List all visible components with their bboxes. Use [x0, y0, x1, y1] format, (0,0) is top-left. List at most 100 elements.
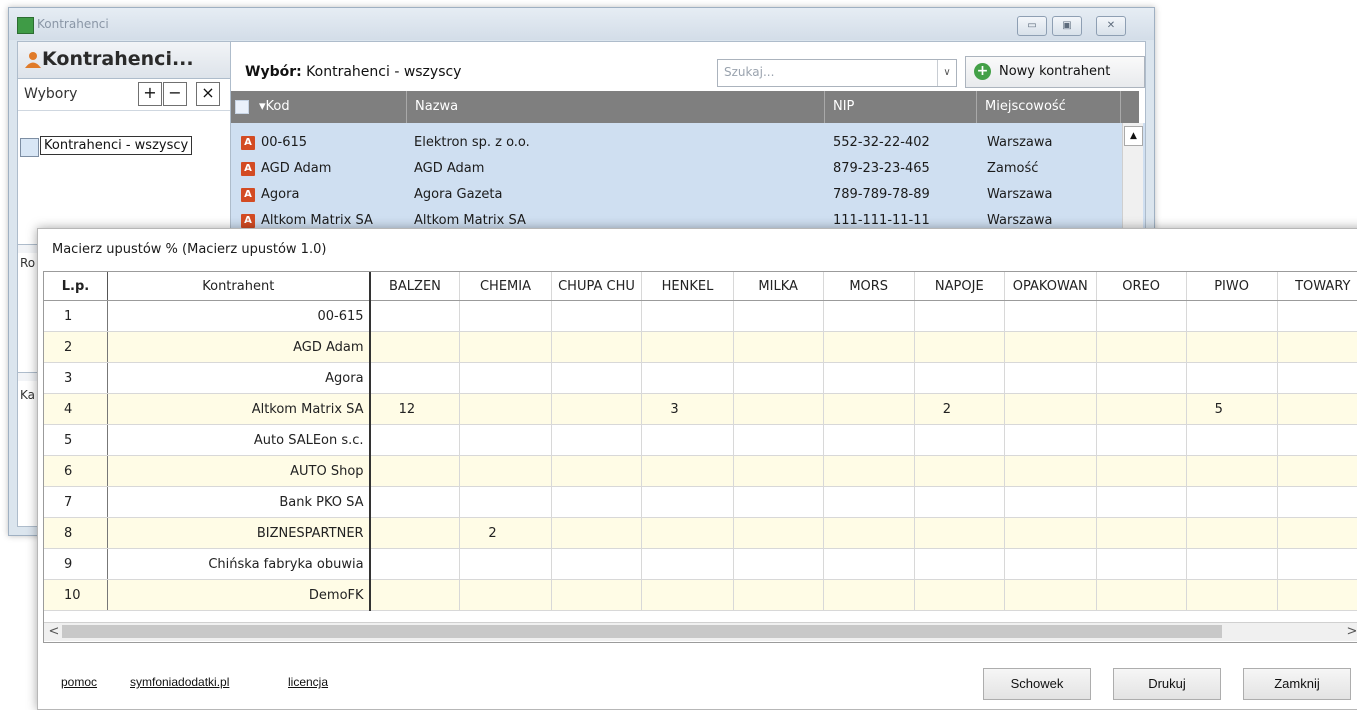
cell-discount[interactable]: [551, 579, 643, 611]
minimize-button[interactable]: ▭: [1017, 16, 1047, 36]
cell-discount[interactable]: [1186, 455, 1278, 487]
cell-discount[interactable]: 5: [1186, 393, 1278, 425]
cell-discount[interactable]: [551, 517, 643, 549]
cell-discount[interactable]: [733, 517, 824, 549]
cell-discount[interactable]: [1096, 579, 1187, 611]
cell-discount[interactable]: [641, 455, 734, 487]
cell-discount[interactable]: [1096, 331, 1187, 363]
delete-selection-button[interactable]: ×: [196, 82, 220, 106]
cell-discount[interactable]: [1277, 393, 1357, 425]
help-link[interactable]: pomoc: [61, 675, 97, 689]
scroll-up-button[interactable]: ▲: [1124, 126, 1143, 146]
table-row[interactable]: 2 AGD Adam: [44, 331, 1357, 363]
cell-discount[interactable]: [1186, 517, 1278, 549]
cell-discount[interactable]: [641, 548, 734, 580]
cell-discount[interactable]: [914, 548, 1005, 580]
close-button[interactable]: Zamknij: [1243, 668, 1351, 700]
cell-discount[interactable]: [551, 300, 643, 332]
column-header-group[interactable]: HENKEL: [641, 272, 734, 301]
cell-discount[interactable]: [459, 393, 552, 425]
cell-discount[interactable]: [641, 517, 734, 549]
cell-discount[interactable]: [1277, 517, 1357, 549]
column-header-group[interactable]: CHUPA CHU: [551, 272, 643, 301]
column-header-kontrahent[interactable]: Kontrahent: [107, 272, 371, 301]
cell-discount[interactable]: [369, 579, 461, 611]
cell-discount[interactable]: [1004, 300, 1097, 332]
cell-discount[interactable]: [1096, 300, 1187, 332]
cell-discount[interactable]: [733, 548, 824, 580]
cell-discount[interactable]: 12: [369, 393, 461, 425]
cell-discount[interactable]: [551, 424, 643, 456]
cell-discount[interactable]: [1186, 331, 1278, 363]
cell-discount[interactable]: [459, 579, 552, 611]
new-contractor-button[interactable]: + Nowy kontrahent: [965, 56, 1145, 88]
column-header-group[interactable]: CHEMIA: [459, 272, 552, 301]
cell-discount[interactable]: [1096, 517, 1187, 549]
print-button[interactable]: Drukuj: [1113, 668, 1221, 700]
select-all-checkbox[interactable]: [235, 100, 249, 114]
cell-discount[interactable]: [369, 548, 461, 580]
cell-discount[interactable]: [914, 517, 1005, 549]
cell-discount[interactable]: [1096, 424, 1187, 456]
cell-discount[interactable]: [641, 300, 734, 332]
table-row[interactable]: 6 AUTO Shop: [44, 455, 1357, 487]
cell-discount[interactable]: [914, 424, 1005, 456]
column-header-lp[interactable]: L.p.: [44, 272, 108, 301]
maximize-button[interactable]: ▣: [1052, 16, 1082, 36]
cell-discount[interactable]: [369, 517, 461, 549]
column-header-group[interactable]: BALZEN: [369, 272, 461, 301]
cell-discount[interactable]: [641, 424, 734, 456]
cell-discount[interactable]: [641, 579, 734, 611]
table-row[interactable]: 5 Auto SALEon s.c.: [44, 424, 1357, 456]
cell-discount[interactable]: [823, 424, 915, 456]
column-header-nip[interactable]: NIP: [825, 91, 977, 123]
cell-discount[interactable]: [369, 455, 461, 487]
cell-discount[interactable]: [914, 455, 1005, 487]
cell-discount[interactable]: [551, 486, 643, 518]
cell-discount[interactable]: [1277, 331, 1357, 363]
cell-discount[interactable]: [1186, 424, 1278, 456]
column-header-group[interactable]: MORS: [823, 272, 915, 301]
column-header-group[interactable]: NAPOJE: [914, 272, 1005, 301]
cell-discount[interactable]: [369, 486, 461, 518]
cell-discount[interactable]: [1096, 486, 1187, 518]
scroll-right-button[interactable]: >: [1344, 623, 1357, 641]
column-header-group[interactable]: TOWARY: [1277, 272, 1357, 301]
cell-discount[interactable]: [551, 393, 643, 425]
cell-discount[interactable]: [733, 331, 824, 363]
table-row[interactable]: 3 Agora: [44, 362, 1357, 394]
cell-discount[interactable]: [1277, 300, 1357, 332]
cell-discount[interactable]: [1186, 548, 1278, 580]
cell-discount[interactable]: [641, 362, 734, 394]
cell-discount[interactable]: [551, 548, 643, 580]
cell-discount[interactable]: [459, 300, 552, 332]
cell-discount[interactable]: [914, 300, 1005, 332]
cell-discount[interactable]: [1004, 331, 1097, 363]
cell-discount[interactable]: 2: [459, 517, 552, 549]
cell-discount[interactable]: [1004, 424, 1097, 456]
table-row[interactable]: 1 00-615: [44, 300, 1357, 332]
cell-discount[interactable]: [551, 331, 643, 363]
cell-discount[interactable]: [1186, 579, 1278, 611]
table-row[interactable]: A Agora Agora Gazeta 789-789-78-89 Warsz…: [231, 182, 1119, 208]
cell-discount[interactable]: [551, 362, 643, 394]
cell-discount[interactable]: [1096, 548, 1187, 580]
cell-discount[interactable]: [1277, 455, 1357, 487]
table-row[interactable]: 10 DemoFK: [44, 579, 1357, 611]
column-header-nazwa[interactable]: Nazwa: [407, 91, 825, 123]
cell-discount[interactable]: [459, 331, 552, 363]
cell-discount[interactable]: [1186, 486, 1278, 518]
cell-discount[interactable]: [551, 455, 643, 487]
cell-discount[interactable]: [1186, 300, 1278, 332]
website-link[interactable]: symfoniadodatki.pl: [130, 675, 229, 689]
cell-discount[interactable]: [733, 393, 824, 425]
search-input[interactable]: Szukaj... ∨: [717, 59, 957, 87]
scrollbar-thumb[interactable]: [62, 625, 1222, 638]
cell-discount[interactable]: [459, 362, 552, 394]
cell-discount[interactable]: [459, 486, 552, 518]
cell-discount[interactable]: [1277, 548, 1357, 580]
add-selection-button[interactable]: +: [138, 82, 162, 106]
cell-discount[interactable]: [459, 455, 552, 487]
cell-discount[interactable]: [733, 300, 824, 332]
cell-discount[interactable]: [823, 331, 915, 363]
